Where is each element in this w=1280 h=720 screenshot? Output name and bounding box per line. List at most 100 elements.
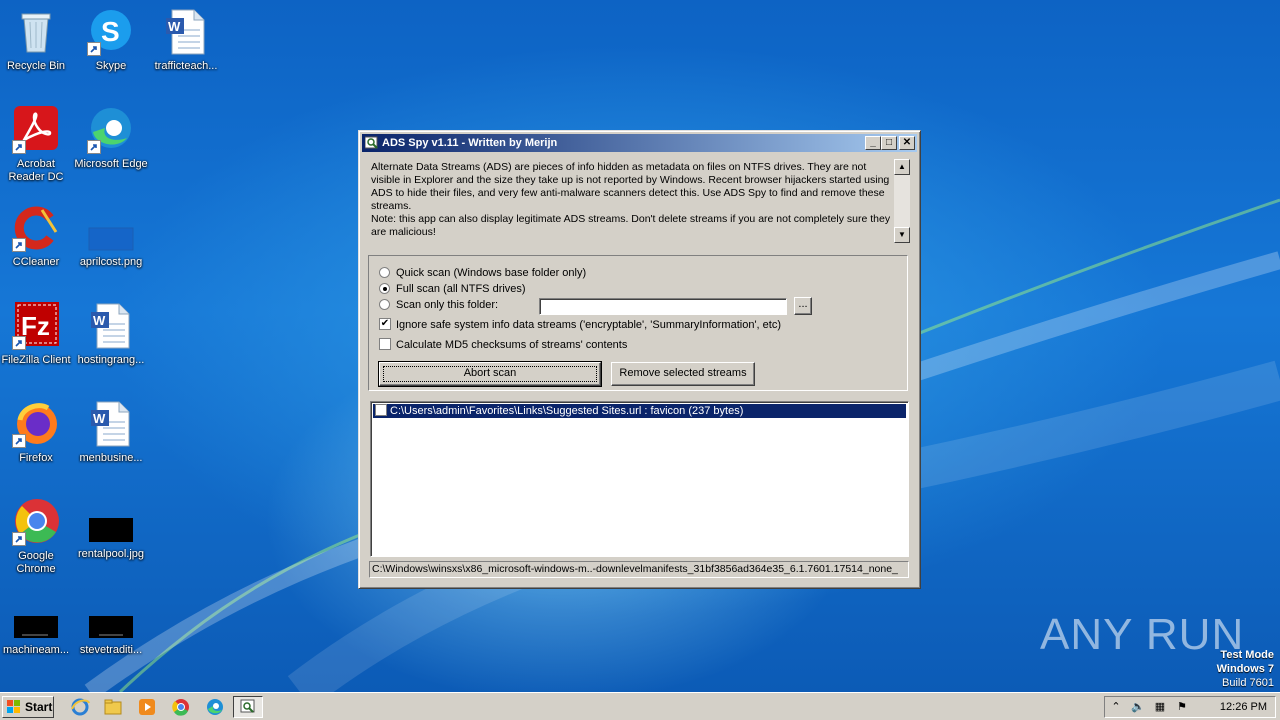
chrome-icon (12, 498, 60, 546)
shortcut-arrow-icon (12, 434, 26, 448)
calc-md5-checkbox[interactable] (379, 338, 391, 351)
network-icon[interactable]: ▦ (1153, 700, 1167, 714)
scan-folder-radio[interactable] (379, 298, 390, 310)
status-bar: C:\Windows\winsxs\x86_microsoft-windows-… (369, 561, 909, 578)
folder-path-input[interactable] (539, 298, 787, 315)
svg-text:W: W (168, 19, 181, 34)
desktop-icon-rentalpool[interactable]: rentalpool.jpg (73, 516, 149, 561)
start-button[interactable]: Start (2, 696, 54, 718)
ads-spy-taskbar-button[interactable] (233, 696, 263, 718)
quick-scan-option[interactable]: Quick scan (Windows base folder only) (379, 266, 586, 280)
skype-icon: S (87, 8, 135, 56)
desktop-icon-label: aprilcost.png (79, 256, 143, 268)
image-thumbnail-icon (87, 516, 135, 544)
app-icon (364, 136, 379, 150)
chrome-taskbar-icon[interactable] (171, 697, 191, 717)
anyrun-watermark: ANY RUN (1040, 610, 1245, 659)
desktop-icon-ccleaner[interactable]: CCleaner (0, 204, 74, 269)
desktop-icon-menbusine[interactable]: W menbusine... (73, 400, 149, 465)
ignore-safe-option[interactable]: ✔ Ignore safe system info data streams ('… (379, 318, 781, 332)
desktop-icon-label: Skype (95, 60, 127, 72)
start-label: Start (25, 700, 53, 714)
scan-folder-option[interactable]: Scan only this folder: (379, 298, 498, 312)
clock[interactable]: 12:26 PM (1220, 697, 1267, 717)
build-line: Build 7601 (1222, 677, 1274, 689)
description-scrollbar[interactable]: ▲ ▼ (894, 159, 910, 243)
quick-scan-radio[interactable] (379, 266, 390, 278)
desktop-icon-trafficteach[interactable]: W trafficteach... (148, 8, 224, 73)
shortcut-arrow-icon (12, 532, 26, 546)
desktop-icon-chrome[interactable]: Google Chrome (0, 498, 74, 576)
shortcut-arrow-icon (87, 140, 101, 154)
desktop-icon-hostingrang[interactable]: W hostingrang... (73, 302, 149, 367)
maximize-button[interactable]: □ (881, 136, 897, 150)
filezilla-icon: Fz (12, 302, 60, 350)
scan-options-group: Quick scan (Windows base folder only) Fu… (368, 255, 908, 391)
ignore-safe-label: Ignore safe system info data streams ('e… (396, 319, 781, 331)
windows-flag-icon (7, 700, 21, 714)
result-item-text: C:\Users\admin\Favorites\Links\Suggested… (390, 405, 744, 417)
description-text: Alternate Data Streams (ADS) are pieces … (371, 161, 891, 238)
taskbar: Start ⌃ 🔈 ▦ ⚑ 12:26 PM (0, 692, 1280, 720)
desktop-icon-label: Acrobat Reader DC (8, 158, 64, 183)
remove-selected-streams-button[interactable]: Remove selected streams (611, 362, 755, 386)
desktop-icon-stevetraditi[interactable]: stevetraditi... (73, 614, 149, 657)
desktop-icon-edge[interactable]: Microsoft Edge (73, 106, 149, 171)
file-explorer-icon[interactable] (103, 697, 123, 717)
desktop-icon-acrobat[interactable]: Acrobat Reader DC (0, 106, 74, 184)
shortcut-arrow-icon (12, 238, 26, 252)
calc-md5-label: Calculate MD5 checksums of streams' cont… (396, 339, 628, 351)
volume-icon[interactable]: 🔈 (1131, 700, 1145, 714)
full-scan-option[interactable]: Full scan (all NTFS drives) (379, 282, 526, 296)
internet-explorer-icon[interactable] (70, 697, 90, 717)
desktop-icon-label: Google Chrome (16, 550, 56, 575)
browse-folder-button[interactable]: ... (794, 297, 812, 315)
ignore-safe-checkbox[interactable]: ✔ (379, 318, 391, 331)
windows-version-line: Windows 7 (1216, 663, 1274, 675)
shortcut-arrow-icon (12, 140, 26, 154)
close-button[interactable]: ✕ (899, 136, 915, 150)
quick-scan-label: Quick scan (Windows base folder only) (396, 267, 587, 279)
shortcut-arrow-icon (87, 42, 101, 56)
ads-spy-window: ADS Spy v1.11 - Written by Merijn _ □ ✕ … (358, 130, 921, 589)
desktop-icon-label: CCleaner (12, 256, 60, 268)
desktop-icon-label: machineam... (2, 644, 70, 656)
shortcut-arrow-icon (12, 336, 26, 350)
streams-result-list[interactable]: C:\Users\admin\Favorites\Links\Suggested… (370, 401, 909, 557)
desktop-icon-aprilcost[interactable]: aprilcost.png (73, 204, 149, 269)
acrobat-icon (12, 106, 60, 154)
desktop-icon-label: menbusine... (79, 452, 143, 464)
window-titlebar[interactable]: ADS Spy v1.11 - Written by Merijn _ □ ✕ (362, 134, 917, 152)
minimize-button[interactable]: _ (865, 136, 881, 150)
svg-text:W: W (93, 313, 106, 328)
scan-folder-label: Scan only this folder: (396, 299, 499, 311)
desktop-icon-firefox[interactable]: Firefox (0, 400, 74, 465)
result-item-checkbox[interactable] (375, 404, 387, 417)
window-title: ADS Spy v1.11 - Written by Merijn (382, 137, 558, 149)
svg-text:W: W (93, 411, 106, 426)
ccleaner-icon (12, 204, 60, 252)
desktop-icon-recycle-bin[interactable]: Recycle Bin (0, 8, 74, 73)
desktop-icon-label: Firefox (19, 452, 53, 464)
word-document-icon: W (87, 400, 135, 448)
description-box: Alternate Data Streams (ADS) are pieces … (369, 159, 910, 243)
desktop-icon-label: hostingrang... (77, 354, 145, 366)
result-list-item[interactable]: C:\Users\admin\Favorites\Links\Suggested… (373, 404, 906, 418)
scroll-up-icon[interactable]: ▲ (894, 159, 910, 175)
calc-md5-option[interactable]: Calculate MD5 checksums of streams' cont… (379, 338, 627, 352)
media-player-icon[interactable] (137, 697, 157, 717)
desktop-icon-label: stevetraditi... (79, 644, 143, 656)
desktop-icon-machineam[interactable]: machineam... (0, 614, 74, 657)
abort-scan-button[interactable]: Abort scan (378, 361, 602, 387)
desktop-icon-skype[interactable]: S Skype (73, 8, 149, 73)
image-file-icon (87, 204, 135, 252)
desktop-icon-label: trafficteach... (154, 60, 218, 72)
action-center-flag-icon[interactable]: ⚑ (1175, 700, 1189, 714)
desktop-icon-label: FileZilla Client (1, 354, 71, 366)
edge-taskbar-icon[interactable] (205, 697, 225, 717)
desktop-icon-label: rentalpool.jpg (77, 548, 145, 560)
full-scan-radio[interactable] (379, 282, 390, 294)
scroll-down-icon[interactable]: ▼ (894, 227, 910, 243)
show-hidden-icons-icon[interactable]: ⌃ (1109, 700, 1123, 714)
desktop-icon-filezilla[interactable]: Fz FileZilla Client (0, 302, 74, 367)
